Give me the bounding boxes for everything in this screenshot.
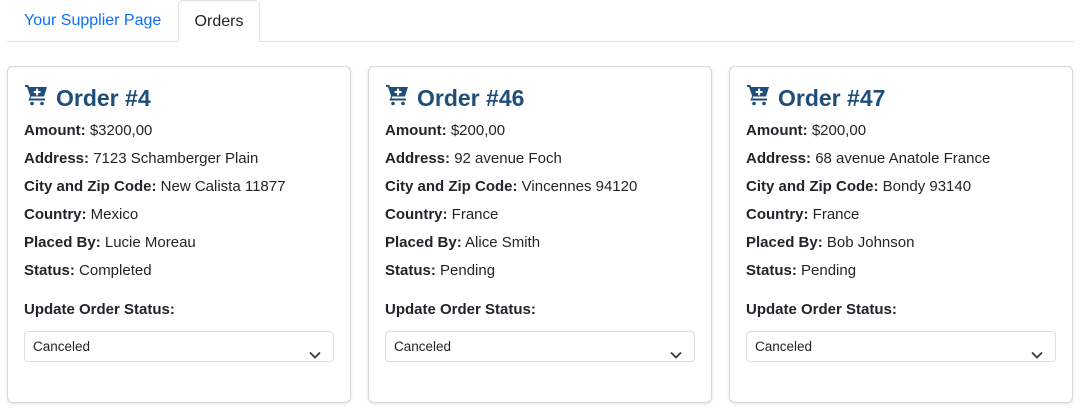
city-zip-value: New Calista 11877 xyxy=(160,178,286,195)
city-zip-value: Bondy 93140 xyxy=(882,178,972,195)
amount-label: Amount: xyxy=(24,122,86,139)
order-card: Order #47 Amount: $200,00 Address: 68 av… xyxy=(729,66,1073,403)
address-row: Address: 68 avenue Anatole France xyxy=(746,149,990,169)
status-select[interactable]: Canceled xyxy=(24,331,334,362)
nav-tabs: Your Supplier Page Orders xyxy=(7,0,1074,42)
country-value: France xyxy=(451,206,499,223)
order-title-text: Order #47 xyxy=(778,84,886,111)
cart-plus-icon xyxy=(746,83,778,113)
status-value: Completed xyxy=(79,262,152,279)
amount-row: Amount: $200,00 xyxy=(385,121,505,141)
status-value: Pending xyxy=(801,262,857,279)
order-card: Order #4 Amount: $3200,00 Address: 7123 … xyxy=(7,66,351,403)
status-select-value: Canceled xyxy=(394,339,452,354)
status-select[interactable]: Canceled xyxy=(385,331,695,362)
cart-plus-icon xyxy=(385,83,417,113)
placed-by-label: Placed By: xyxy=(24,234,101,251)
placed-by-row: Placed By: Lucie Moreau xyxy=(24,233,196,253)
address-label: Address: xyxy=(24,150,90,167)
amount-value: $200,00 xyxy=(450,122,506,139)
country-value: Mexico xyxy=(90,206,139,223)
country-label: Country: xyxy=(746,206,809,223)
city-zip-row: City and Zip Code: New Calista 11877 xyxy=(24,177,285,197)
city-zip-label: City and Zip Code: xyxy=(385,178,518,195)
order-title: Order #46 xyxy=(385,84,524,112)
status-row: Status: Pending xyxy=(746,261,856,281)
status-value: Pending xyxy=(440,262,496,279)
chevron-down-icon xyxy=(670,341,682,370)
order-title: Order #47 xyxy=(746,84,885,112)
amount-row: Amount: $200,00 xyxy=(746,121,866,141)
address-value: 7123 Schamberger Plain xyxy=(93,150,259,167)
tab-orders[interactable]: Orders xyxy=(178,0,260,42)
address-row: Address: 92 avenue Foch xyxy=(385,149,562,169)
country-row: Country: Mexico xyxy=(24,205,138,225)
address-value: 68 avenue Anatole France xyxy=(815,150,991,167)
placed-by-row: Placed By: Alice Smith xyxy=(385,233,540,253)
status-label: Status: xyxy=(24,262,75,279)
order-title: Order #4 xyxy=(24,84,151,112)
update-status-label: Update Order Status: xyxy=(385,301,536,318)
placed-by-value: Lucie Moreau xyxy=(104,234,196,251)
country-value: France xyxy=(812,206,860,223)
order-card: Order #46 Amount: $200,00 Address: 92 av… xyxy=(368,66,712,403)
city-zip-label: City and Zip Code: xyxy=(746,178,879,195)
amount-label: Amount: xyxy=(746,122,808,139)
country-row: Country: France xyxy=(385,205,498,225)
country-label: Country: xyxy=(24,206,87,223)
status-row: Status: Completed xyxy=(24,261,152,281)
status-label: Status: xyxy=(385,262,436,279)
placed-by-label: Placed By: xyxy=(385,234,462,251)
address-label: Address: xyxy=(746,150,812,167)
city-zip-row: City and Zip Code: Bondy 93140 xyxy=(746,177,971,197)
update-status-label: Update Order Status: xyxy=(24,301,175,318)
placed-by-label: Placed By: xyxy=(746,234,823,251)
status-select-value: Canceled xyxy=(33,339,91,354)
placed-by-row: Placed By: Bob Johnson xyxy=(746,233,914,253)
amount-value: $3200,00 xyxy=(89,122,153,139)
city-zip-label: City and Zip Code: xyxy=(24,178,157,195)
status-row: Status: Pending xyxy=(385,261,495,281)
order-title-text: Order #46 xyxy=(417,84,525,111)
placed-by-value: Alice Smith xyxy=(465,234,541,251)
address-label: Address: xyxy=(385,150,451,167)
amount-row: Amount: $3200,00 xyxy=(24,121,152,141)
amount-label: Amount: xyxy=(385,122,447,139)
chevron-down-icon xyxy=(309,341,321,370)
placed-by-value: Bob Johnson xyxy=(826,234,915,251)
status-select-value: Canceled xyxy=(755,339,813,354)
status-select[interactable]: Canceled xyxy=(746,331,1056,362)
tab-your-supplier-page[interactable]: Your Supplier Page xyxy=(7,0,178,41)
city-zip-row: City and Zip Code: Vincennes 94120 xyxy=(385,177,637,197)
cart-plus-icon xyxy=(24,83,56,113)
address-row: Address: 7123 Schamberger Plain xyxy=(24,149,258,169)
country-label: Country: xyxy=(385,206,448,223)
city-zip-value: Vincennes 94120 xyxy=(521,178,638,195)
order-title-text: Order #4 xyxy=(56,84,151,111)
address-value: 92 avenue Foch xyxy=(454,150,562,167)
country-row: Country: France xyxy=(746,205,859,225)
update-status-label: Update Order Status: xyxy=(746,301,897,318)
status-label: Status: xyxy=(746,262,797,279)
amount-value: $200,00 xyxy=(811,122,867,139)
chevron-down-icon xyxy=(1031,341,1043,370)
